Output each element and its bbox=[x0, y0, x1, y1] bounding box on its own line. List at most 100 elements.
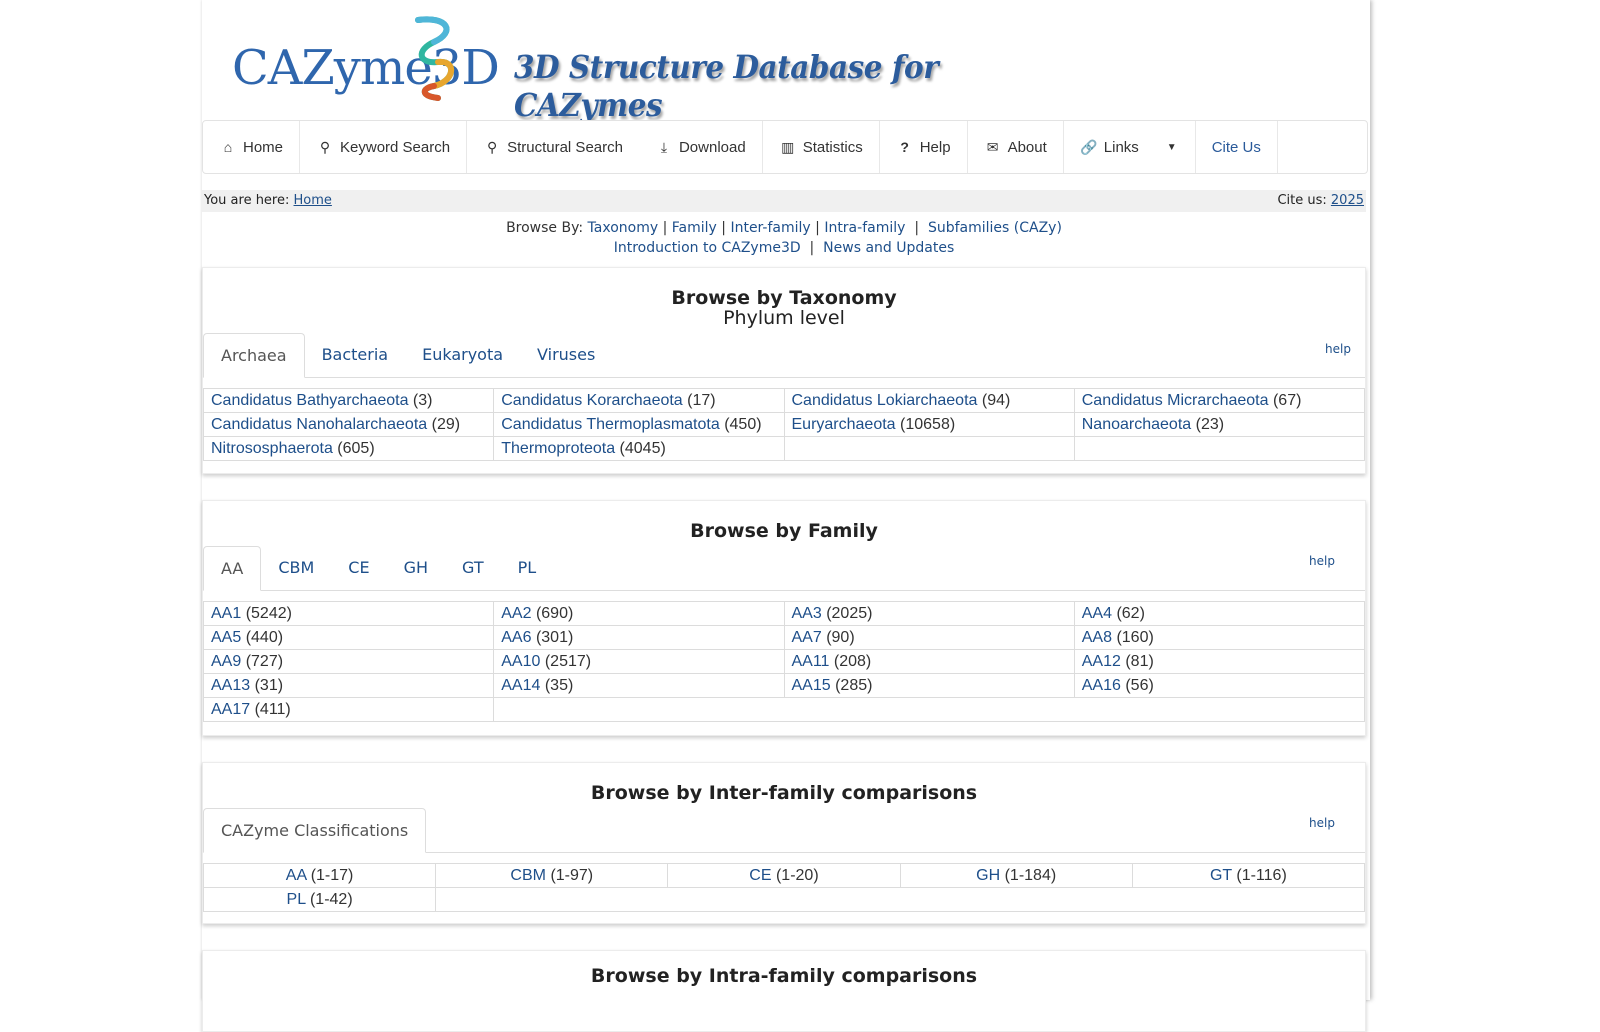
browse-family-link[interactable]: Family bbox=[672, 220, 717, 236]
nav-download[interactable]: ⤓ Download bbox=[639, 121, 763, 173]
tab-archaea[interactable]: Archaea bbox=[203, 333, 305, 378]
news-link[interactable]: News and Updates bbox=[823, 240, 954, 256]
entry-link[interactable]: AA1 bbox=[211, 605, 241, 622]
entry-link[interactable]: AA7 bbox=[792, 629, 822, 646]
entry-link[interactable]: Candidatus Nanohalarchaeota bbox=[211, 416, 427, 433]
separator: | bbox=[914, 220, 920, 236]
nav-help[interactable]: ? Help bbox=[880, 121, 968, 173]
intra-family-title: Browse by Intra-family comparisons bbox=[590, 965, 978, 987]
entry-link[interactable]: AA11 bbox=[792, 653, 830, 670]
browse-by-links: Browse By: Taxonomy | Family | Inter-fam… bbox=[202, 220, 1366, 236]
table-cell: AA2 (690) bbox=[493, 601, 785, 626]
table-row: PL (1-42) bbox=[202, 887, 1365, 912]
browse-subfamilies-link[interactable]: Subfamilies (CAZy) bbox=[928, 220, 1062, 236]
table-row: Candidatus Nanohalarchaeota (29) Candidat… bbox=[202, 412, 1366, 437]
table-cell: AA9 (727) bbox=[202, 649, 495, 674]
entry-link[interactable]: AA14 bbox=[501, 677, 540, 694]
table-cell: AA11 (208) bbox=[783, 649, 1075, 674]
tab-viruses[interactable]: Viruses bbox=[520, 333, 612, 377]
entry-link[interactable]: CBM bbox=[510, 867, 546, 884]
entry-link[interactable]: AA13 bbox=[211, 677, 250, 694]
browse-intra-family-link[interactable]: Intra-family bbox=[824, 220, 905, 236]
table-cell: Candidatus Lokiarchaeota (94) bbox=[783, 388, 1075, 413]
table-cell: Thermoproteota (4045) bbox=[493, 436, 785, 461]
nav-cite-us[interactable]: Cite Us bbox=[1196, 121, 1278, 173]
tab-pl[interactable]: PL bbox=[501, 546, 554, 590]
entry-count: (94) bbox=[981, 391, 1011, 409]
download-icon: ⤓ bbox=[660, 138, 668, 155]
entry-link[interactable]: AA bbox=[286, 867, 306, 884]
entry-count: (690) bbox=[535, 604, 574, 622]
entry-link[interactable]: AA17 bbox=[211, 701, 250, 718]
table-cell: AA13 (31) bbox=[202, 673, 495, 698]
entry-link[interactable]: Thermoproteota bbox=[501, 440, 615, 457]
entry-link[interactable]: CE bbox=[749, 867, 771, 884]
entry-link[interactable]: Euryarchaeota bbox=[792, 416, 896, 433]
nav-statistics[interactable]: ▥ Statistics bbox=[763, 121, 880, 173]
tab-aa[interactable]: AA bbox=[203, 546, 262, 591]
entry-link[interactable]: GT bbox=[1210, 867, 1232, 884]
cite-year-link[interactable]: 2025 bbox=[1331, 193, 1364, 208]
tab-eukaryota[interactable]: Eukaryota bbox=[405, 333, 520, 377]
table-cell: AA16 (56) bbox=[1073, 673, 1366, 698]
nav-links-dropdown[interactable]: 🔗 Links ▼ bbox=[1064, 121, 1196, 173]
entry-count: (411) bbox=[254, 700, 291, 718]
entry-count: (4045) bbox=[619, 439, 666, 457]
entry-link[interactable]: AA4 bbox=[1082, 605, 1112, 622]
entry-link[interactable]: Candidatus Micrarchaeota bbox=[1082, 392, 1269, 409]
intro-link[interactable]: Introduction to CAZyme3D bbox=[614, 240, 801, 256]
tab-ce[interactable]: CE bbox=[331, 546, 386, 590]
nav-keyword-search[interactable]: ⚲ Keyword Search bbox=[300, 121, 468, 173]
entry-link[interactable]: AA12 bbox=[1082, 653, 1121, 670]
table-cell: Candidatus Micrarchaeota (67) bbox=[1073, 388, 1366, 413]
entry-count: (29) bbox=[431, 415, 461, 433]
nav-structural-search[interactable]: ⚲ Structural Search bbox=[467, 121, 639, 173]
tab-gh[interactable]: GH bbox=[387, 546, 445, 590]
tab-gt[interactable]: GT bbox=[445, 546, 501, 590]
entry-link[interactable]: Candidatus Lokiarchaeota bbox=[792, 392, 978, 409]
entry-count: (1-17) bbox=[310, 866, 354, 884]
tab-bacteria[interactable]: Bacteria bbox=[305, 333, 406, 377]
entry-link[interactable]: Candidatus Thermoplasmatota bbox=[501, 416, 720, 433]
helix-logo-icon bbox=[415, 16, 454, 101]
entry-link[interactable]: AA2 bbox=[501, 605, 531, 622]
entry-link[interactable]: AA8 bbox=[1082, 629, 1112, 646]
nav-about[interactable]: ✉ About bbox=[968, 121, 1064, 173]
nav-about-label: About bbox=[1007, 138, 1047, 156]
entry-link[interactable]: AA6 bbox=[501, 629, 531, 646]
entry-link[interactable]: AA3 bbox=[792, 605, 822, 622]
cite-prefix: Cite us: bbox=[1277, 193, 1327, 208]
browse-inter-family-link[interactable]: Inter-family bbox=[730, 220, 810, 236]
entry-link[interactable]: AA10 bbox=[501, 653, 540, 670]
table-cell: AA (1-17) bbox=[202, 863, 437, 888]
table-row: Nitrososphaerota (605) Thermoproteota (40… bbox=[202, 436, 1366, 461]
entry-link[interactable]: AA15 bbox=[792, 677, 831, 694]
entry-link[interactable]: Nanoarchaeota bbox=[1082, 416, 1191, 433]
table-cell: AA1 (5242) bbox=[202, 601, 495, 626]
entry-link[interactable]: AA16 bbox=[1082, 677, 1121, 694]
tab-cazyme-classifications[interactable]: CAZyme Classifications bbox=[203, 808, 427, 853]
browse-taxonomy-link[interactable]: Taxonomy bbox=[588, 220, 659, 236]
taxonomy-panel: Browse by Taxonomy Phylum level help Arc… bbox=[202, 267, 1366, 474]
entry-count: (17) bbox=[687, 391, 716, 409]
entry-link[interactable]: GH bbox=[976, 867, 1000, 884]
entry-link[interactable]: AA9 bbox=[211, 653, 241, 670]
breadcrumb-prefix: You are here: bbox=[204, 193, 290, 208]
main-navbar: ⌂ Home ⚲ Keyword Search ⚲ Structural Sea… bbox=[202, 120, 1368, 174]
entry-link[interactable]: Candidatus Korarchaeota bbox=[501, 392, 682, 409]
entry-link[interactable]: PL bbox=[287, 891, 306, 908]
family-panel: Browse by Family help AA CBM CE GH GT PL… bbox=[202, 500, 1366, 736]
nav-home[interactable]: ⌂ Home bbox=[203, 121, 301, 173]
breadcrumb-home-link[interactable]: Home bbox=[294, 193, 332, 208]
table-row: AA1 (5242) AA2 (690) AA3 (2025) AA4 (62) bbox=[202, 601, 1366, 626]
question-icon: ? bbox=[900, 139, 909, 155]
entry-count: (301) bbox=[535, 628, 574, 646]
entry-link[interactable]: AA5 bbox=[211, 629, 241, 646]
entry-link[interactable]: Nitrososphaerota bbox=[211, 440, 333, 457]
table-row: AA5 (440) AA6 (301) AA7 (90) AA8 (160) bbox=[202, 625, 1366, 650]
entry-link[interactable]: Candidatus Bathyarchaeota bbox=[211, 392, 408, 409]
site-banner[interactable]: CAZyme3D 3D Structure Database for CAZym… bbox=[232, 12, 992, 124]
nav-structural-search-label: Structural Search bbox=[507, 138, 623, 156]
nav-statistics-label: Statistics bbox=[802, 138, 863, 156]
tab-cbm[interactable]: CBM bbox=[261, 546, 331, 590]
